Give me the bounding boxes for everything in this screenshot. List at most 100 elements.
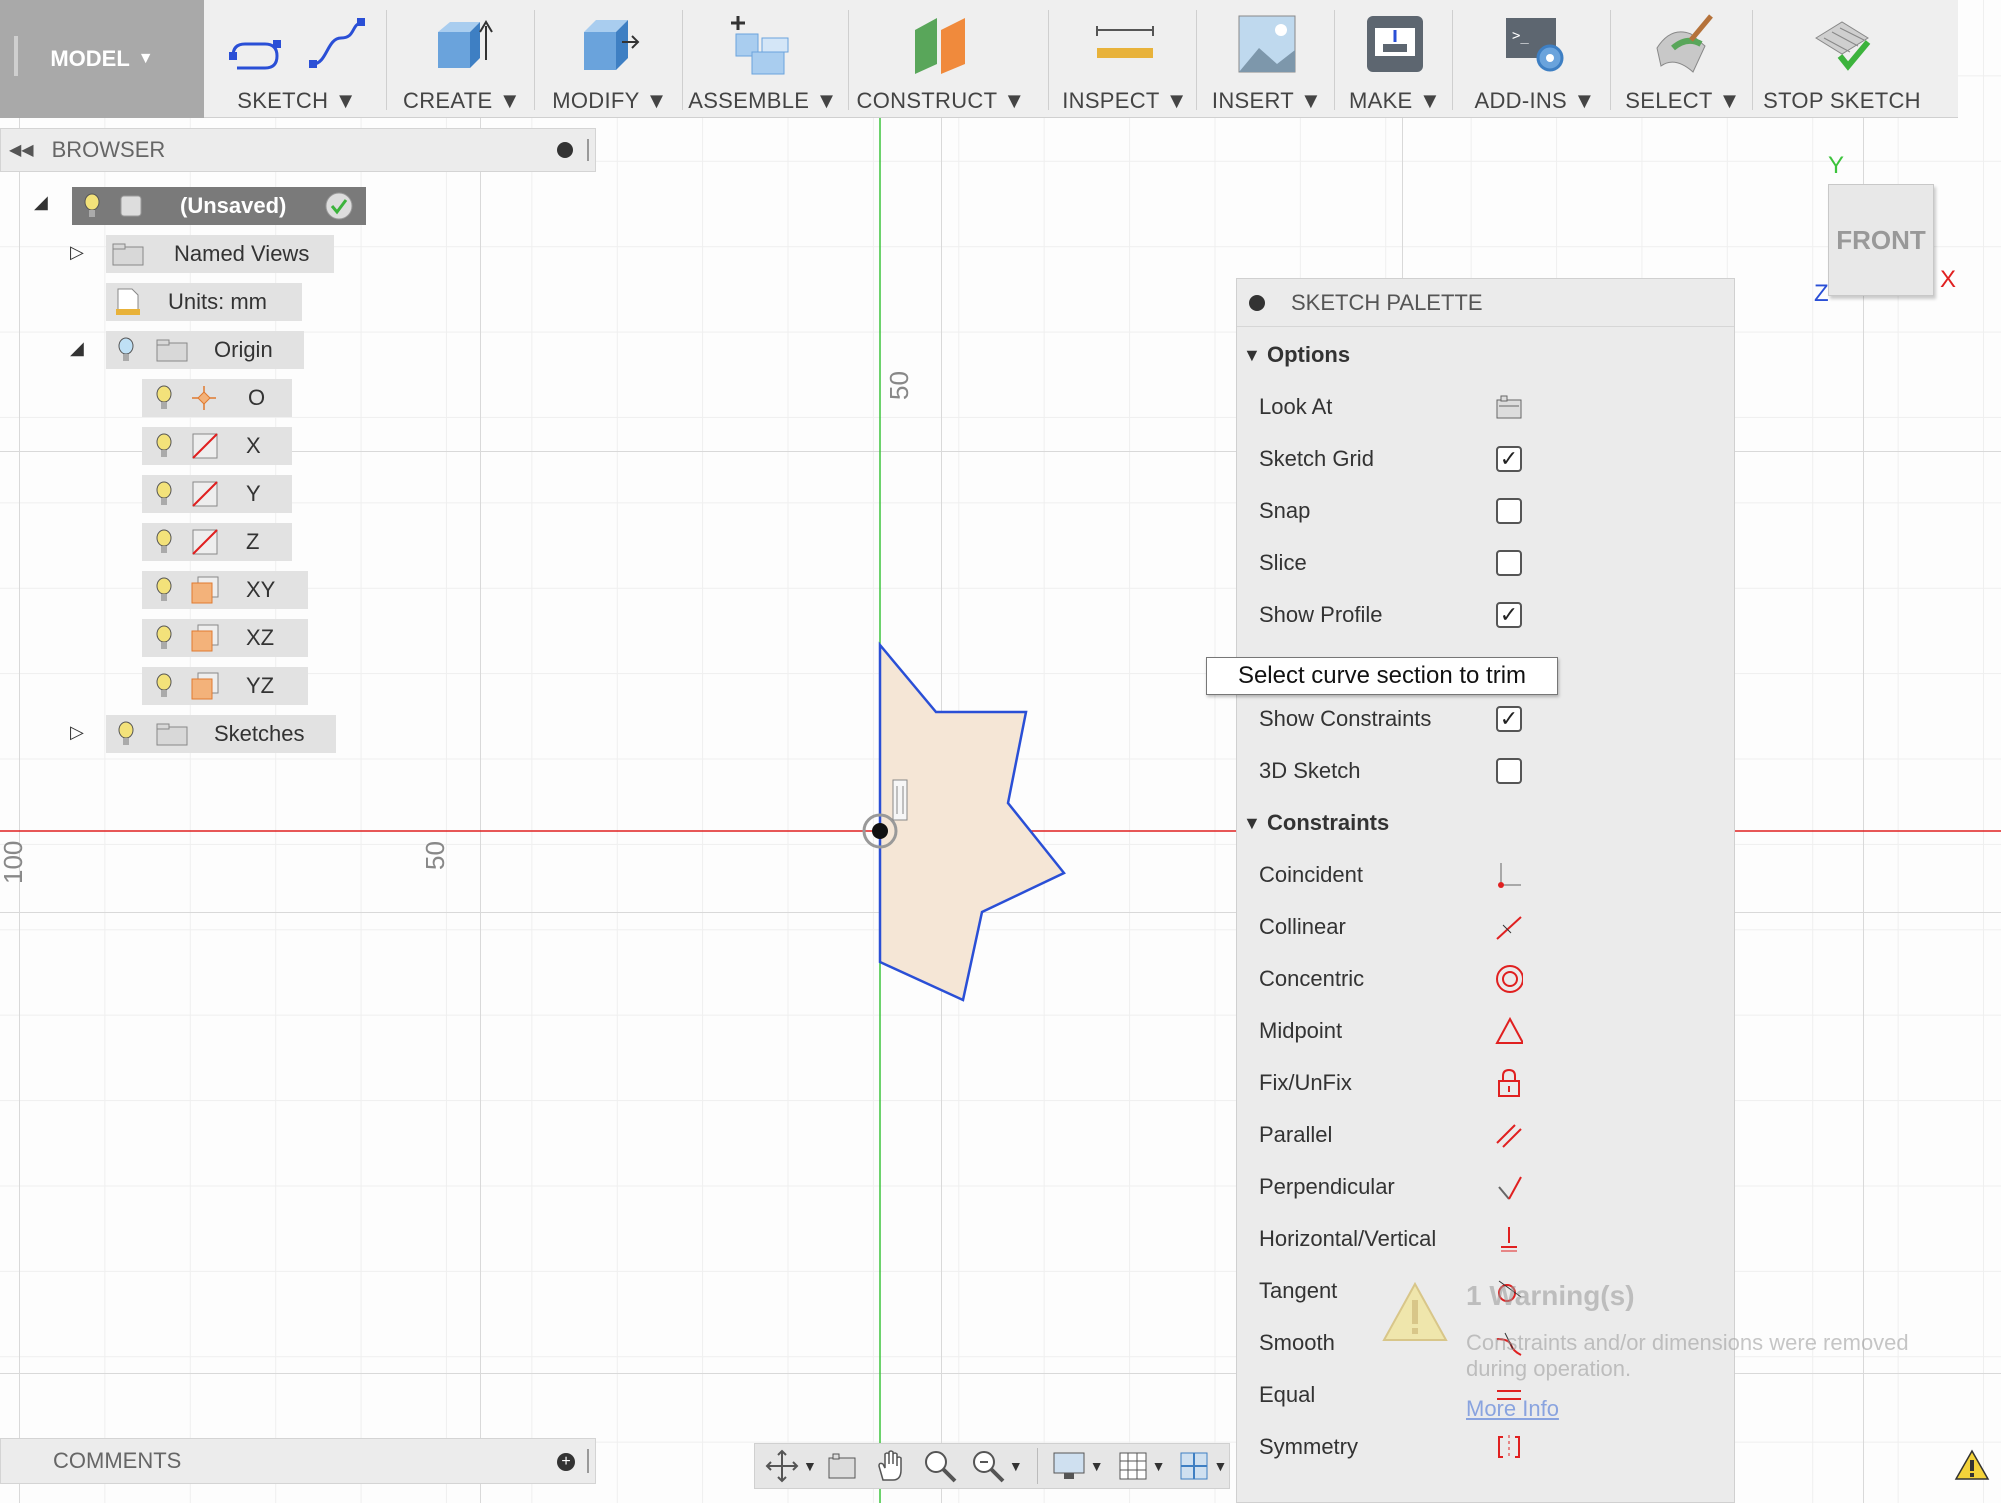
toolbar-construct[interactable]: CONSTRUCT ▼ [856,0,1026,118]
toolbar-sketch[interactable]: SKETCH ▼ [212,0,382,118]
zoom-icon[interactable] [923,1449,957,1483]
visibility-bulb-icon[interactable] [156,481,172,507]
horizontal-vertical-icon[interactable] [1495,1225,1523,1253]
constraints-section-header[interactable]: ▼ Constraints [1237,797,1734,849]
option-show-profile[interactable]: Show Profile ✓ [1237,589,1734,641]
toolbar-grip-icon[interactable] [14,36,18,76]
constraint-perpendicular[interactable]: Perpendicular [1237,1161,1734,1213]
constraint-concentric[interactable]: Concentric [1237,953,1734,1005]
constraint-fix-unfix[interactable]: Fix/UnFix [1237,1057,1734,1109]
browser-panel-header[interactable]: ◀◀ BROWSER [0,128,596,172]
collapse-triangle-icon[interactable]: ◢ [70,338,84,359]
toolbar-select[interactable]: SELECT ▼ [1618,0,1748,118]
sketch-grid-checkbox[interactable]: ✓ [1496,446,1522,472]
orbit-icon[interactable] [765,1449,799,1483]
visibility-bulb-icon[interactable] [156,673,172,699]
constraint-symmetry[interactable]: Symmetry [1237,1421,1734,1473]
tree-item-yz-plane[interactable]: YZ [142,667,308,705]
toolbar-modify[interactable]: MODIFY ▼ [540,0,680,118]
toolbar-add-ins[interactable]: >_ ADD-INS ▼ [1460,0,1610,118]
look-at-icon[interactable] [827,1452,857,1480]
coincident-icon[interactable] [1495,861,1523,889]
chevron-down-icon[interactable]: ▼ [1090,1458,1104,1474]
tree-item-xz-plane[interactable]: XZ [142,619,308,657]
new-component-icon[interactable] [728,12,798,76]
collapse-panel-icon[interactable]: ◀◀ [9,140,34,160]
tree-item-origin[interactable]: Origin [106,331,304,369]
toolbar-stop-sketch[interactable]: STOP SKETCH [1760,0,1924,118]
warning-indicator-icon[interactable] [1954,1449,1990,1481]
option-slice[interactable]: Slice [1237,537,1734,589]
insert-image-icon[interactable] [1237,14,1297,74]
zoom-window-icon[interactable] [971,1449,1005,1483]
constraint-collinear[interactable]: Collinear [1237,901,1734,953]
workspace-switcher[interactable]: MODEL ▼ [0,0,204,118]
symmetry-icon[interactable] [1495,1433,1523,1461]
tree-item-named-views[interactable]: Named Views [106,235,334,273]
tree-item-xy-plane[interactable]: XY [142,571,308,609]
scripts-gear-icon[interactable]: >_ [1504,14,1566,74]
visibility-bulb-icon[interactable] [156,529,172,555]
constraint-coincident[interactable]: Coincident [1237,849,1734,901]
toolbar-inspect[interactable]: INSPECT ▼ [1060,0,1190,118]
slice-checkbox[interactable] [1496,550,1522,576]
parallel-icon[interactable] [1495,1121,1523,1149]
option-snap[interactable]: Snap [1237,485,1734,537]
select-brush-icon[interactable] [1651,12,1715,76]
tree-item-z-axis[interactable]: Z [142,523,292,561]
tree-item-units[interactable]: Units: mm [106,283,302,321]
3d-sketch-checkbox[interactable] [1496,758,1522,784]
more-info-link[interactable]: More Info [1466,1396,1559,1422]
line-tool-icon[interactable] [227,16,287,72]
display-settings-icon[interactable] [1052,1451,1086,1481]
expand-triangle-icon[interactable]: ▷ [70,242,84,263]
midpoint-icon[interactable] [1495,1017,1523,1045]
minimize-icon[interactable] [1249,294,1265,311]
visibility-bulb-icon[interactable] [118,337,134,363]
show-constraints-checkbox[interactable]: ✓ [1496,706,1522,732]
press-pull-icon[interactable] [578,12,642,76]
chevron-down-icon[interactable]: ▼ [1213,1458,1227,1474]
add-comment-icon[interactable]: + [557,1453,575,1471]
3d-print-icon[interactable] [1365,14,1425,74]
viewports-icon[interactable] [1179,1451,1209,1481]
concentric-icon[interactable] [1495,965,1523,993]
measure-icon[interactable] [1093,24,1157,64]
panel-resize-handle[interactable] [587,139,589,161]
extrude-icon[interactable] [430,12,494,76]
toolbar-insert[interactable]: INSERT ▼ [1204,0,1330,118]
tree-item-sketches[interactable]: Sketches [106,715,336,753]
visibility-bulb-icon[interactable] [156,625,172,651]
option-look-at[interactable]: Look At [1237,381,1734,433]
pan-hand-icon[interactable] [875,1450,905,1482]
constraint-parallel[interactable]: Parallel [1237,1109,1734,1161]
visibility-bulb-icon[interactable] [156,433,172,459]
tree-item-x-axis[interactable]: X [142,427,292,465]
toolbar-assemble[interactable]: ASSEMBLE ▼ [688,0,838,118]
visibility-bulb-icon[interactable] [118,721,134,747]
chevron-down-icon[interactable]: ▼ [803,1458,817,1474]
option-3d-sketch[interactable]: 3D Sketch [1237,745,1734,797]
palette-header[interactable]: SKETCH PALETTE [1237,279,1734,327]
minimize-icon[interactable] [557,142,573,158]
chevron-down-icon[interactable]: ▼ [1009,1458,1023,1474]
look-at-icon[interactable] [1495,393,1523,421]
option-sketch-grid[interactable]: Sketch Grid ✓ [1237,433,1734,485]
perpendicular-icon[interactable] [1495,1173,1523,1201]
spline-tool-icon[interactable] [307,16,367,72]
options-section-header[interactable]: ▼ Options [1237,329,1734,381]
visibility-bulb-icon[interactable] [156,385,172,411]
toolbar-create[interactable]: CREATE ▼ [392,0,532,118]
constraint-midpoint[interactable]: Midpoint [1237,1005,1734,1057]
chevron-down-icon[interactable]: ▼ [1152,1458,1166,1474]
visibility-bulb-icon[interactable] [84,193,100,219]
visibility-bulb-icon[interactable] [156,577,172,603]
toolbar-make[interactable]: MAKE ▼ [1340,0,1450,118]
snap-checkbox[interactable] [1496,498,1522,524]
show-profile-checkbox[interactable]: ✓ [1496,602,1522,628]
tree-root-unsaved[interactable]: (Unsaved) [72,187,366,225]
viewcube[interactable]: FRONT [1828,184,1934,296]
collinear-icon[interactable] [1495,913,1523,941]
tree-item-y-axis[interactable]: Y [142,475,292,513]
expand-triangle-icon[interactable]: ◢ [34,192,48,213]
